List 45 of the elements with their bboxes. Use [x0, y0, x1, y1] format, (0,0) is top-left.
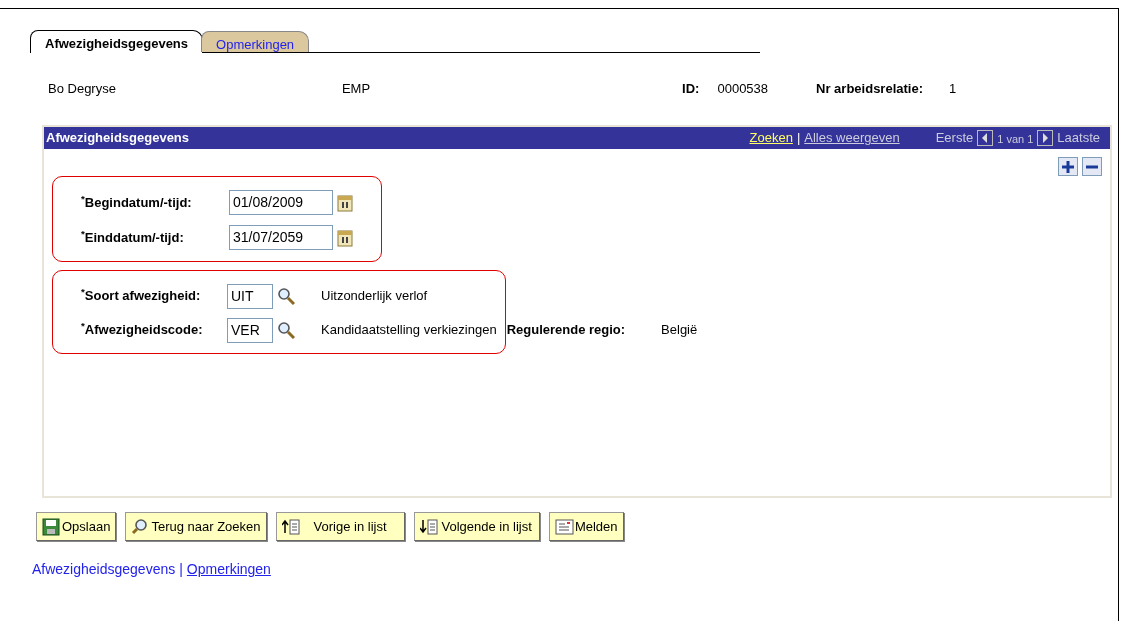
- page-link[interactable]: Opmerkingen: [186, 561, 271, 577]
- date-label: $^{*}$Einddatum/-tijd:: [81, 227, 185, 247]
- record-count: 1 van 1: [997, 132, 1034, 148]
- date-field[interactable]: 31/07/2059: [229, 225, 333, 250]
- region-value: België: [661, 321, 698, 340]
- search-link[interactable]: Zoeken: [749, 128, 793, 148]
- employee-type: EMP: [341, 80, 371, 99]
- save-icon: [42, 517, 61, 536]
- report-icon: [554, 517, 574, 536]
- code-field[interactable]: VER: [227, 317, 273, 343]
- search-button[interactable]: Terug naar Zoeken: [125, 512, 267, 541]
- search-icon[interactable]: [277, 287, 295, 305]
- calendar-icon[interactable]: [337, 228, 353, 247]
- last-label: Laatste: [1057, 129, 1100, 148]
- prev-button[interactable]: Vorige in lijst: [275, 512, 405, 541]
- date-field[interactable]: 01/08/2009: [229, 190, 333, 215]
- field-description: Uitzonderlijk verlof: [321, 287, 428, 306]
- report-button[interactable]: Melden: [548, 512, 624, 541]
- tab[interactable]: Opmerkingen: [201, 31, 310, 52]
- field-label: $^{*}$Soort afwezigheid:: [81, 286, 202, 306]
- remove-row-icon[interactable]: [1082, 157, 1102, 176]
- relation-value: 1: [949, 80, 957, 99]
- show-all-link[interactable]: Alles weergeven: [804, 128, 900, 148]
- field-label: $^{*}$Afwezigheidscode:: [81, 320, 204, 340]
- calendar-icon[interactable]: [337, 193, 353, 212]
- id-label: ID:: [682, 80, 700, 99]
- next-button[interactable]: Volgende in lijst: [413, 512, 540, 541]
- panel-title: Afwezigheidsgegevens: [46, 129, 190, 148]
- save-button[interactable]: Opslaan: [36, 512, 117, 541]
- add-row-icon[interactable]: [1058, 157, 1078, 176]
- separator: |: [179, 561, 183, 577]
- up-arrow-list-icon: [281, 517, 301, 536]
- page-link[interactable]: Afwezigheidsgegevens: [32, 561, 176, 577]
- region-label: Regulerende regio:: [506, 321, 626, 340]
- separator: |: [796, 129, 801, 148]
- first-label: Eerste: [935, 129, 974, 148]
- relation-label: Nr arbeidsrelatie:: [816, 80, 923, 99]
- date-label: $^{*}$Begindatum/-tijd:: [81, 192, 193, 212]
- search-icon[interactable]: [277, 321, 295, 339]
- tab[interactable]: Afwezigheidsgegevens: [30, 30, 204, 53]
- id-value: 0000538: [717, 80, 769, 99]
- field-description: Kandidaatstelling verkiezingen: [321, 321, 497, 340]
- down-arrow-list-icon: [419, 517, 439, 536]
- code-field[interactable]: UIT: [227, 283, 273, 309]
- employee-name: Bo Degryse: [48, 80, 116, 99]
